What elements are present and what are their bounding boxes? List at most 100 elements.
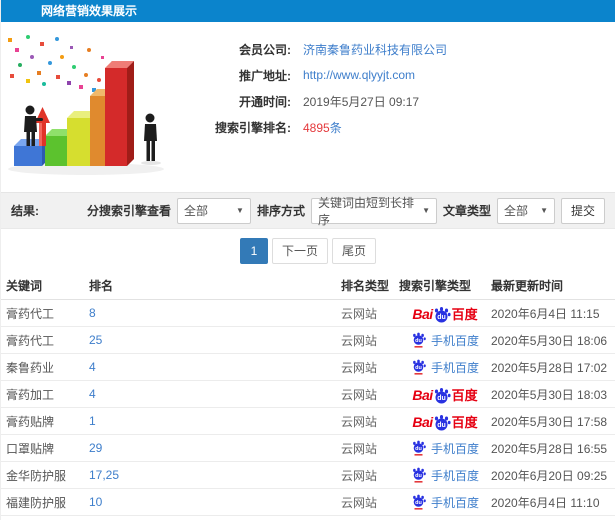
- baidu-mobile-logo: du 手机百度: [411, 332, 479, 349]
- cell-updated: 2020年5月30日 18:06: [491, 333, 608, 348]
- cell-rank: 8: [89, 306, 341, 320]
- baidu-mobile-logo: du 手机百度: [411, 467, 479, 484]
- svg-text:du: du: [415, 365, 422, 371]
- mobile-baidu-text: 手机百度: [430, 495, 479, 510]
- sort-filter-label: 排序方式: [256, 204, 305, 218]
- rank-link[interactable]: 17,25: [89, 468, 119, 482]
- cell-rank: 29: [89, 441, 341, 455]
- header-rank-type: 排名类型: [341, 279, 390, 293]
- baidu-cn-text: 百度: [451, 387, 478, 403]
- rank-link[interactable]: 4: [89, 360, 96, 374]
- engine-select-value: 全部: [183, 204, 208, 218]
- svg-text:du: du: [415, 473, 422, 479]
- rank-count-label: 搜索引擎排名:: [215, 120, 291, 135]
- header-rank: 排名: [89, 279, 114, 293]
- baidu-mobile-logo: du 手机百度: [411, 440, 479, 457]
- cell-updated: 2020年5月28日 17:02: [491, 360, 608, 375]
- mobile-baidu-text: 手机百度: [430, 468, 479, 483]
- header-updated: 最新更新时间: [491, 279, 564, 293]
- filter-bar: 结果: 分搜索引擎查看 全部 ▼ 排序方式 关键词由短到长排序 ▼ 文章类型 全…: [1, 192, 615, 229]
- header-keyword: 关键词: [6, 279, 43, 293]
- baidu-pc-logo: Bai du 百度: [412, 414, 478, 430]
- mobile-baidu-paw-icon: du: [413, 467, 426, 483]
- cell-rank-type: 云网站: [341, 387, 378, 402]
- cell-rank: 25: [89, 333, 341, 347]
- info-row-opened: 开通时间: 2019年5月27日 09:17: [179, 88, 615, 114]
- cell-rank-type: 云网站: [341, 495, 378, 510]
- member-info: 会员公司: 济南秦鲁药业科技有限公司 推广地址: http://www.qlyy…: [179, 22, 615, 140]
- chevron-down-icon: ▼: [236, 206, 244, 215]
- cell-keyword: 秦鲁药业: [6, 360, 55, 375]
- cell-engine: du 手机百度: [399, 359, 491, 376]
- cell-updated: 2020年6月4日 11:10: [491, 495, 600, 510]
- engine-select[interactable]: 全部 ▼: [176, 197, 251, 224]
- rank-link[interactable]: 10: [89, 495, 102, 509]
- rank-count-unit: 条: [329, 120, 342, 135]
- pagination: 1 下一页 尾页: [1, 229, 615, 272]
- result-label: 结果:: [11, 204, 39, 218]
- svg-text:du: du: [437, 422, 446, 429]
- article-type-label: 文章类型: [442, 204, 491, 218]
- next-page-button[interactable]: 下一页: [271, 237, 328, 264]
- page-title: 网络营销效果展示: [1, 0, 615, 22]
- cell-engine: du 手机百度: [399, 467, 491, 484]
- baidu-cn-text: 百度: [451, 414, 478, 430]
- rank-link[interactable]: 8: [89, 306, 96, 320]
- cell-rank: 17,25: [89, 468, 341, 482]
- baidu-mobile-logo: du 手机百度: [411, 359, 479, 376]
- rank-link[interactable]: 1: [89, 414, 96, 428]
- table-body: 膏药代工 8 云网站 Bai du 百度 2020年6月4日 11:15 膏药代…: [1, 300, 615, 516]
- baidu-paw-icon: du: [434, 387, 451, 403]
- company-link[interactable]: 济南秦鲁药业科技有限公司: [303, 41, 447, 58]
- cell-updated: 2020年6月20日 09:25: [491, 468, 608, 483]
- baidu-pc-logo: Bai du 百度: [412, 306, 478, 322]
- table-row: 福建防护服 10 云网站 du 手机百度 2020年6月4日 11:10: [1, 489, 615, 516]
- table-row: 金华防护服 17,25 云网站 du 手机百度 2020年6月20日 09:25: [1, 462, 615, 489]
- page-1-button[interactable]: 1: [239, 237, 268, 264]
- rank-link[interactable]: 29: [89, 441, 102, 455]
- cell-rank: 4: [89, 387, 341, 401]
- cell-rank-type: 云网站: [341, 468, 378, 483]
- table-row: 口罩贴牌 29 云网站 du 手机百度 2020年5月28日 16:55: [1, 435, 615, 462]
- svg-text:du: du: [415, 338, 422, 344]
- cell-updated: 2020年5月30日 17:58: [491, 414, 608, 429]
- table-row: 膏药代工 25 云网站 du 手机百度 2020年5月30日 18:06: [1, 327, 615, 354]
- cell-keyword: 福建防护服: [6, 495, 67, 510]
- table-row: 膏药加工 4 云网站 Bai du 百度 2020年5月30日 18:03: [1, 381, 615, 408]
- table-row: 膏药贴牌 1 云网站 Bai du 百度 2020年5月30日 17:58: [1, 408, 615, 435]
- mobile-baidu-paw-icon: du: [413, 440, 426, 456]
- mobile-baidu-paw-icon: du: [413, 332, 426, 348]
- cell-rank-type: 云网站: [341, 306, 378, 321]
- baidu-cn-text: 百度: [451, 306, 478, 322]
- rank-link[interactable]: 25: [89, 333, 102, 347]
- results-table: 关键词 排名 排名类型 搜索引擎类型 最新更新时间 膏药代工 8 云网站 Bai…: [1, 272, 615, 516]
- article-type-value: 全部: [504, 204, 529, 218]
- cell-keyword: 膏药代工: [6, 306, 55, 321]
- table-row: 膏药代工 8 云网站 Bai du 百度 2020年6月4日 11:15: [1, 300, 615, 327]
- cell-rank: 10: [89, 495, 341, 509]
- filter-group: 分搜索引擎查看 全部 ▼ 排序方式 关键词由短到长排序 ▼ 文章类型 全部 ▼ …: [87, 196, 605, 227]
- opened-time: 2019年5月27日 09:17: [303, 94, 420, 109]
- table-header-row: 关键词 排名 排名类型 搜索引擎类型 最新更新时间: [1, 272, 615, 300]
- sort-select-value: 关键词由短到长排序: [317, 195, 414, 227]
- rank-link[interactable]: 4: [89, 387, 96, 401]
- chevron-down-icon: ▼: [422, 206, 430, 215]
- promotion-url-link[interactable]: http://www.qlyyjt.com: [303, 68, 415, 82]
- submit-button[interactable]: 提交: [561, 197, 605, 224]
- article-type-select[interactable]: 全部 ▼: [497, 197, 555, 224]
- svg-text:du: du: [437, 395, 446, 402]
- cell-engine: du 手机百度: [399, 332, 491, 349]
- summary-section: 会员公司: 济南秦鲁药业科技有限公司 推广地址: http://www.qlyy…: [1, 22, 615, 192]
- baidu-mobile-logo: du 手机百度: [411, 494, 479, 511]
- mobile-baidu-text: 手机百度: [430, 360, 479, 375]
- last-page-button[interactable]: 尾页: [332, 237, 377, 264]
- chevron-down-icon: ▼: [540, 206, 548, 215]
- cell-rank-type: 云网站: [341, 414, 378, 429]
- sort-select[interactable]: 关键词由短到长排序 ▼: [310, 196, 437, 227]
- mobile-baidu-text: 手机百度: [430, 333, 479, 348]
- cell-rank: 4: [89, 360, 341, 374]
- rank-count-value: 4895条: [303, 119, 342, 136]
- cell-keyword: 膏药代工: [6, 333, 55, 348]
- cell-rank-type: 云网站: [341, 441, 378, 456]
- cell-keyword: 膏药加工: [6, 387, 55, 402]
